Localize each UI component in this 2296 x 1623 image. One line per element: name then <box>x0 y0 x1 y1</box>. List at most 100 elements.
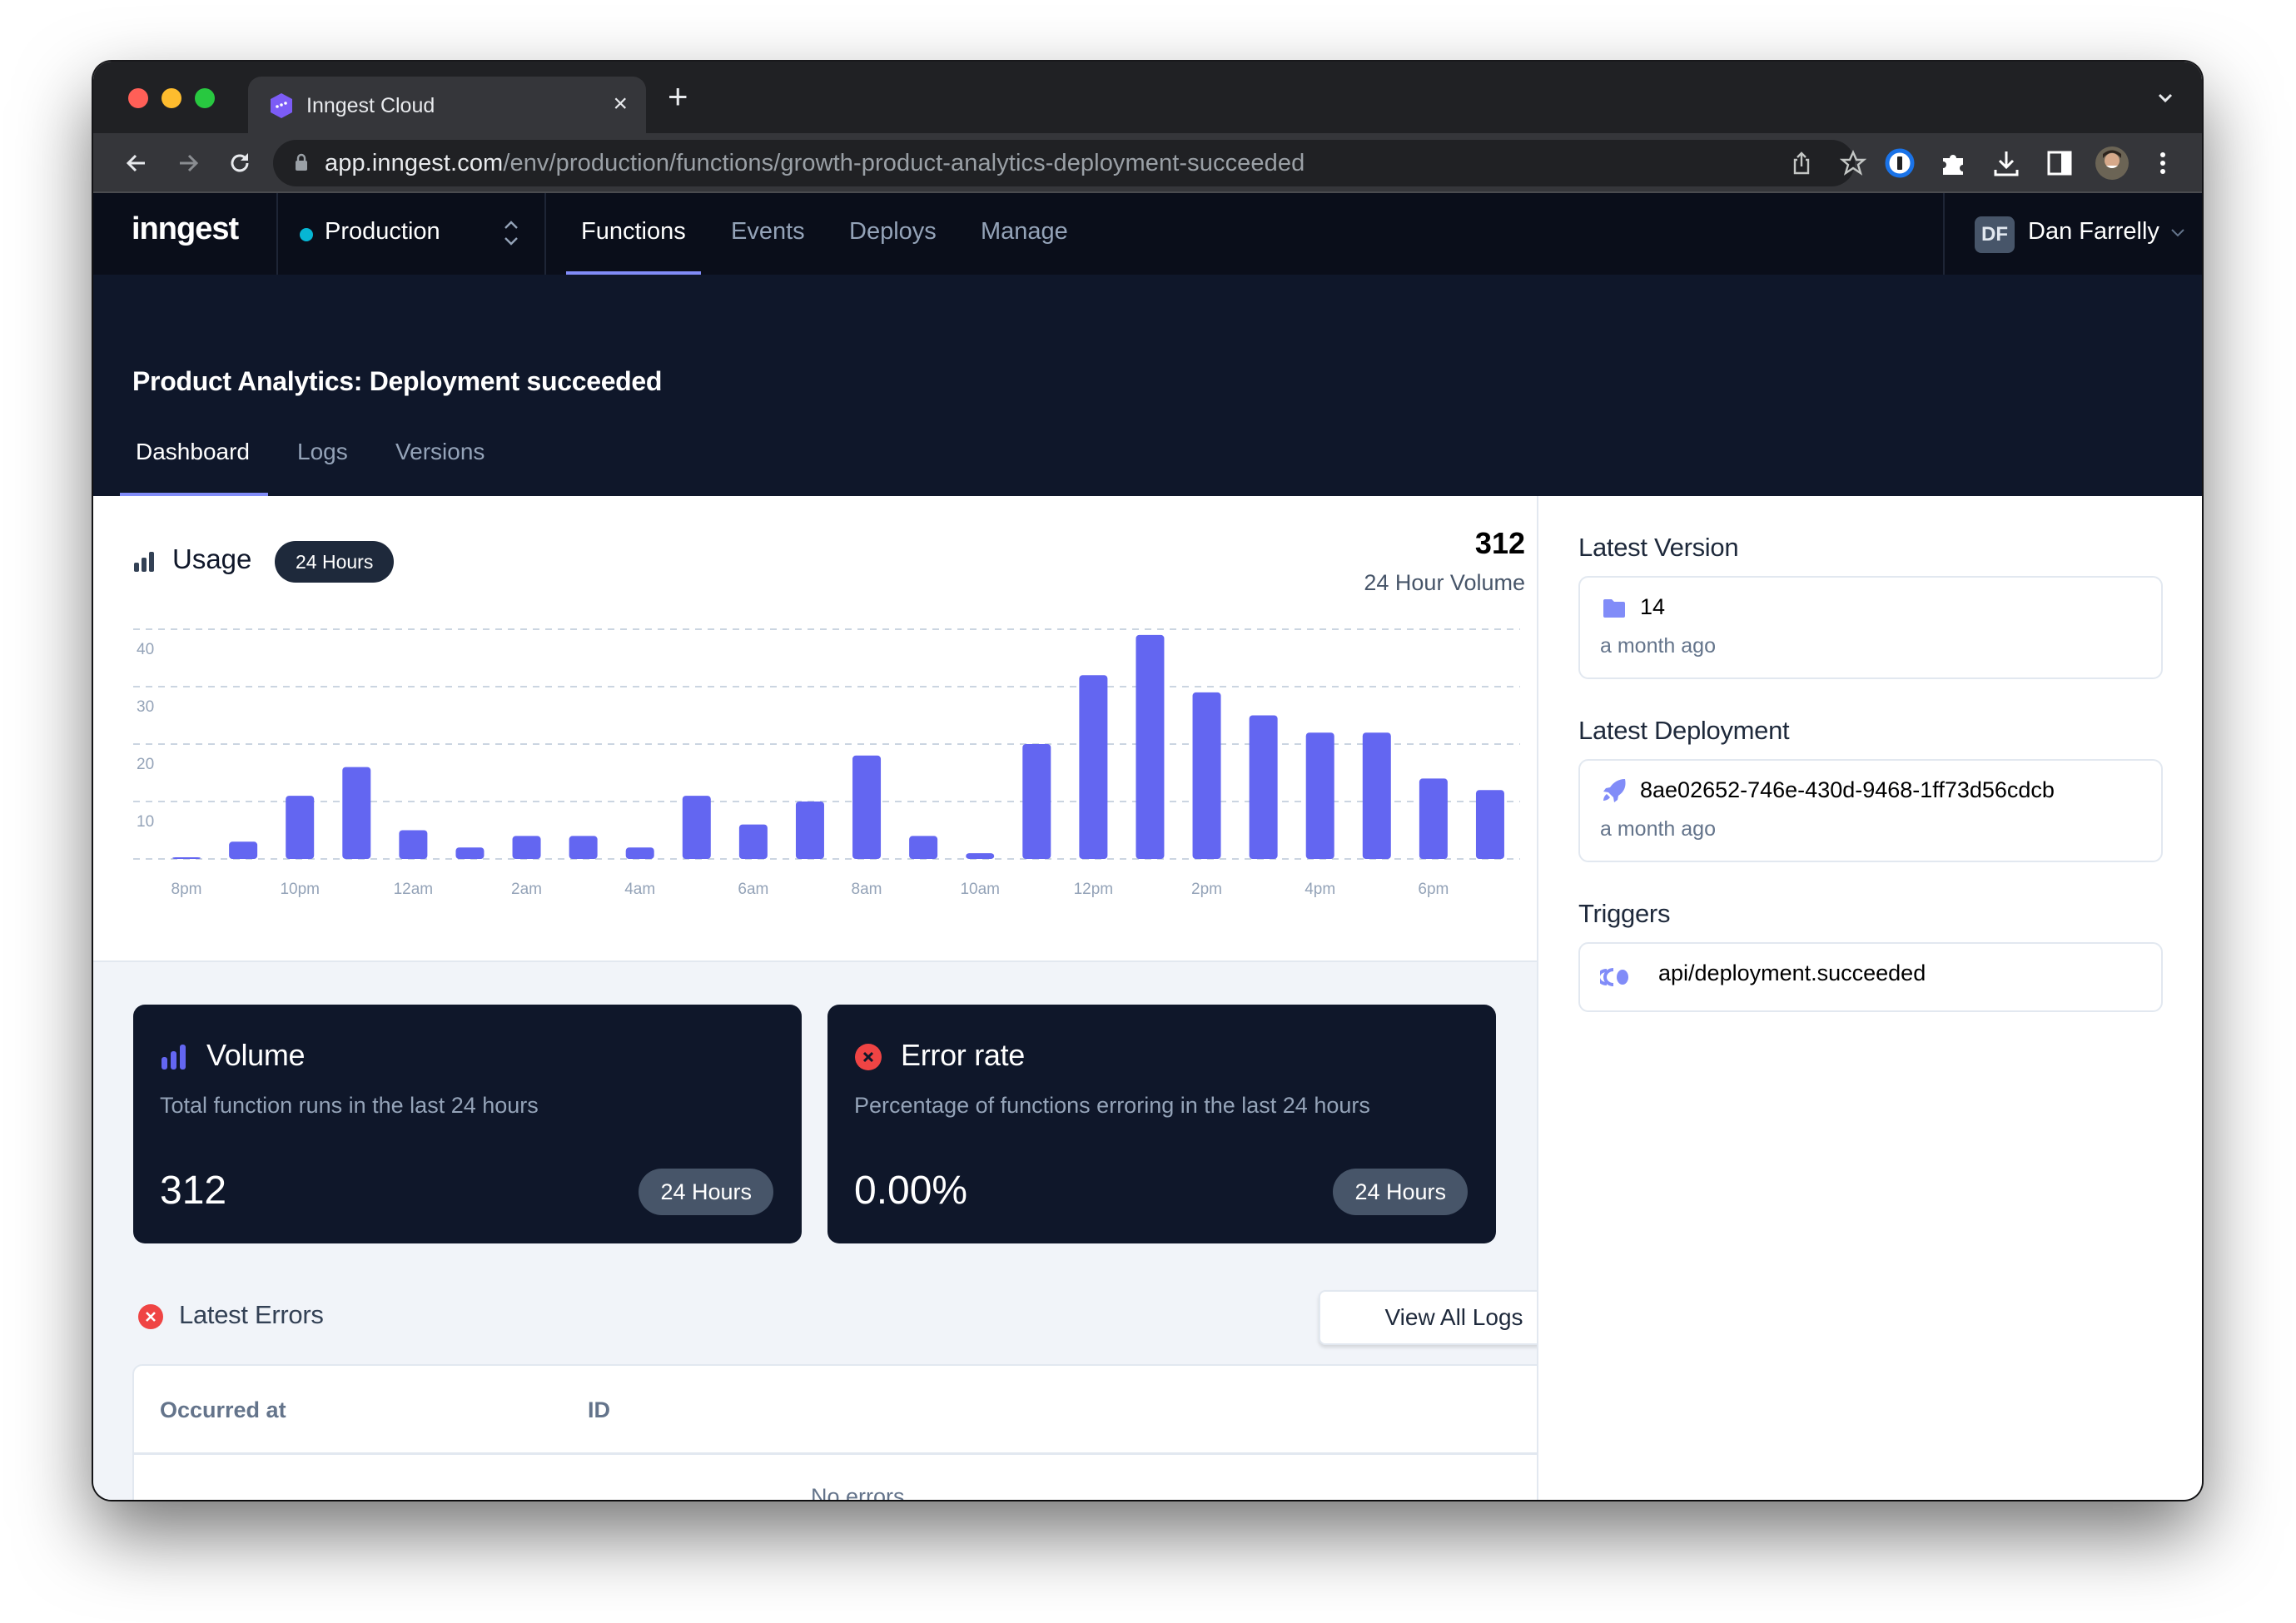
bar-4pm <box>1305 732 1334 859</box>
error-rate-description: Percentage of functions erroring in the … <box>854 1093 1370 1118</box>
more-menu-icon[interactable] <box>2148 148 2178 178</box>
volume-title: Volume <box>206 1038 306 1072</box>
reload-icon <box>231 153 249 172</box>
bar-1am <box>455 847 485 859</box>
error-rate-card: Error rate Percentage of functions error… <box>827 1005 1496 1243</box>
trigger-event-name: api/deployment.succeeded <box>1658 960 1926 985</box>
minimize-window-button[interactable] <box>162 88 181 108</box>
browser-tab[interactable]: Inngest Cloud × <box>248 77 646 133</box>
bar-7am <box>795 802 824 859</box>
event-trigger-icon <box>1600 968 1628 986</box>
close-window-button[interactable] <box>128 88 148 108</box>
volume-card: Volume Total function runs in the last 2… <box>133 1005 802 1243</box>
extensions-icon[interactable] <box>1938 148 1968 178</box>
forward-arrow-icon <box>180 154 199 172</box>
bar-6pm <box>1419 778 1448 859</box>
latest-errors-table: Occurred at ID No errors. <box>132 1364 1589 1500</box>
volume-range-pill[interactable]: 24 Hours <box>639 1169 773 1215</box>
bar-8pm <box>172 857 201 859</box>
browser-window: Inngest Cloud × + app.inngest.com/env/pr… <box>93 62 2202 1500</box>
trigger-item[interactable]: api/deployment.succeeded <box>1578 942 2163 1012</box>
error-rate-range-pill[interactable]: 24 Hours <box>1333 1169 1468 1215</box>
new-tab-button[interactable]: + <box>668 78 688 115</box>
inngest-logo[interactable]: inngest <box>132 211 239 247</box>
user-menu[interactable]: DF Dan Farrelly <box>1945 193 2202 275</box>
bar-8am <box>852 755 882 859</box>
x-tick-label: 12pm <box>1074 881 1114 898</box>
latest-version-time: a month ago <box>1600 634 1716 658</box>
error-circle-icon <box>855 1044 882 1070</box>
usage-panel: Usage 24 Hours 312 24 Hour Volume 10 20 30… <box>93 496 1537 962</box>
x-tick-label: 6pm <box>1418 881 1449 898</box>
rocket-icon <box>1603 779 1626 802</box>
password-manager-icon[interactable] <box>1885 148 1915 178</box>
bar-11am <box>1022 744 1051 859</box>
user-avatar: DF <box>1975 216 2015 253</box>
user-name: Dan Farrelly <box>2028 218 2159 245</box>
environment-status-dot <box>300 228 313 241</box>
bar-3pm <box>1249 715 1278 859</box>
tab-logs[interactable]: Logs <box>297 439 348 465</box>
empty-state-message: No errors. <box>810 1484 912 1500</box>
bar-10pm <box>286 796 315 859</box>
bar-9pm <box>229 841 258 859</box>
function-details-sidebar: Latest Version 14 a month ago Latest Dep… <box>1537 496 2202 1500</box>
column-header-occurred-at[interactable]: Occurred at <box>160 1397 286 1423</box>
bar-9am <box>909 836 938 859</box>
bar-2pm <box>1192 692 1221 859</box>
latest-version-value: 14 <box>1640 594 1666 619</box>
volume-description: Total function runs in the last 24 hours <box>160 1093 539 1118</box>
x-tick-label: 10pm <box>280 881 320 898</box>
back-button[interactable] <box>118 145 155 181</box>
x-tick-label: 6am <box>738 881 768 898</box>
bar-12am <box>399 830 428 859</box>
forward-button[interactable] <box>170 145 206 181</box>
bar-6am <box>738 824 768 859</box>
x-tick-label: 2am <box>511 881 542 898</box>
bar-5am <box>682 796 711 859</box>
x-tick-label: 8pm <box>171 881 202 898</box>
column-header-id[interactable]: ID <box>588 1397 610 1423</box>
nav-item-deploys[interactable]: Deploys <box>849 218 937 246</box>
environment-label: Production <box>325 218 440 245</box>
share-icon[interactable] <box>1788 150 1815 176</box>
page-title: Product Analytics: Deployment succeeded <box>132 366 663 396</box>
nav-item-functions[interactable]: Functions <box>581 218 686 246</box>
bookmark-star-icon[interactable] <box>1840 150 1866 176</box>
environment-selector[interactable]: Production <box>278 193 519 275</box>
latest-deployment-heading: Latest Deployment <box>1578 716 1790 745</box>
close-tab-icon[interactable]: × <box>613 88 628 120</box>
latest-version-heading: Latest Version <box>1578 533 1739 562</box>
x-tick-label: 8am <box>852 881 882 898</box>
bar-1pm <box>1136 634 1165 859</box>
latest-version-card[interactable]: 14 a month ago <box>1578 576 2163 679</box>
bar-3am <box>569 836 598 859</box>
address-bar[interactable]: app.inngest.com/env/production/functions… <box>273 140 1866 186</box>
download-icon[interactable] <box>1991 148 2021 178</box>
maximize-window-button[interactable] <box>195 88 215 108</box>
tab-dashboard[interactable]: Dashboard <box>136 439 250 465</box>
sidebar-icon[interactable] <box>2045 148 2075 178</box>
y-tick-label: 10 <box>137 813 154 831</box>
bar-4am <box>625 847 654 859</box>
x-tick-label: 4am <box>624 881 655 898</box>
chevron-down-icon <box>2171 229 2184 237</box>
reload-button[interactable] <box>221 145 258 181</box>
x-tick-label: 2pm <box>1191 881 1222 898</box>
profile-avatar[interactable] <box>2095 146 2130 181</box>
chevron-down-icon[interactable] <box>2154 87 2177 110</box>
latest-deployment-time: a month ago <box>1600 817 1716 841</box>
chevron-up-down-icon <box>504 221 518 246</box>
x-tick-label: 12am <box>394 881 434 898</box>
lock-icon <box>296 153 307 171</box>
latest-errors-title: Latest Errors <box>179 1300 324 1329</box>
tab-versions[interactable]: Versions <box>395 439 485 465</box>
nav-item-events[interactable]: Events <box>731 218 805 246</box>
url-text[interactable]: app.inngest.com/env/production/functions… <box>325 150 1305 177</box>
x-tick-label: 10am <box>960 881 1000 898</box>
error-rate-title: Error rate <box>901 1038 1026 1072</box>
error-circle-icon <box>138 1304 163 1329</box>
nav-item-manage[interactable]: Manage <box>981 218 1068 246</box>
table-divider <box>134 1452 1588 1455</box>
latest-deployment-card[interactable]: 8ae02652-746e-430d-9468-1ff73d56cdcb a m… <box>1578 759 2163 862</box>
